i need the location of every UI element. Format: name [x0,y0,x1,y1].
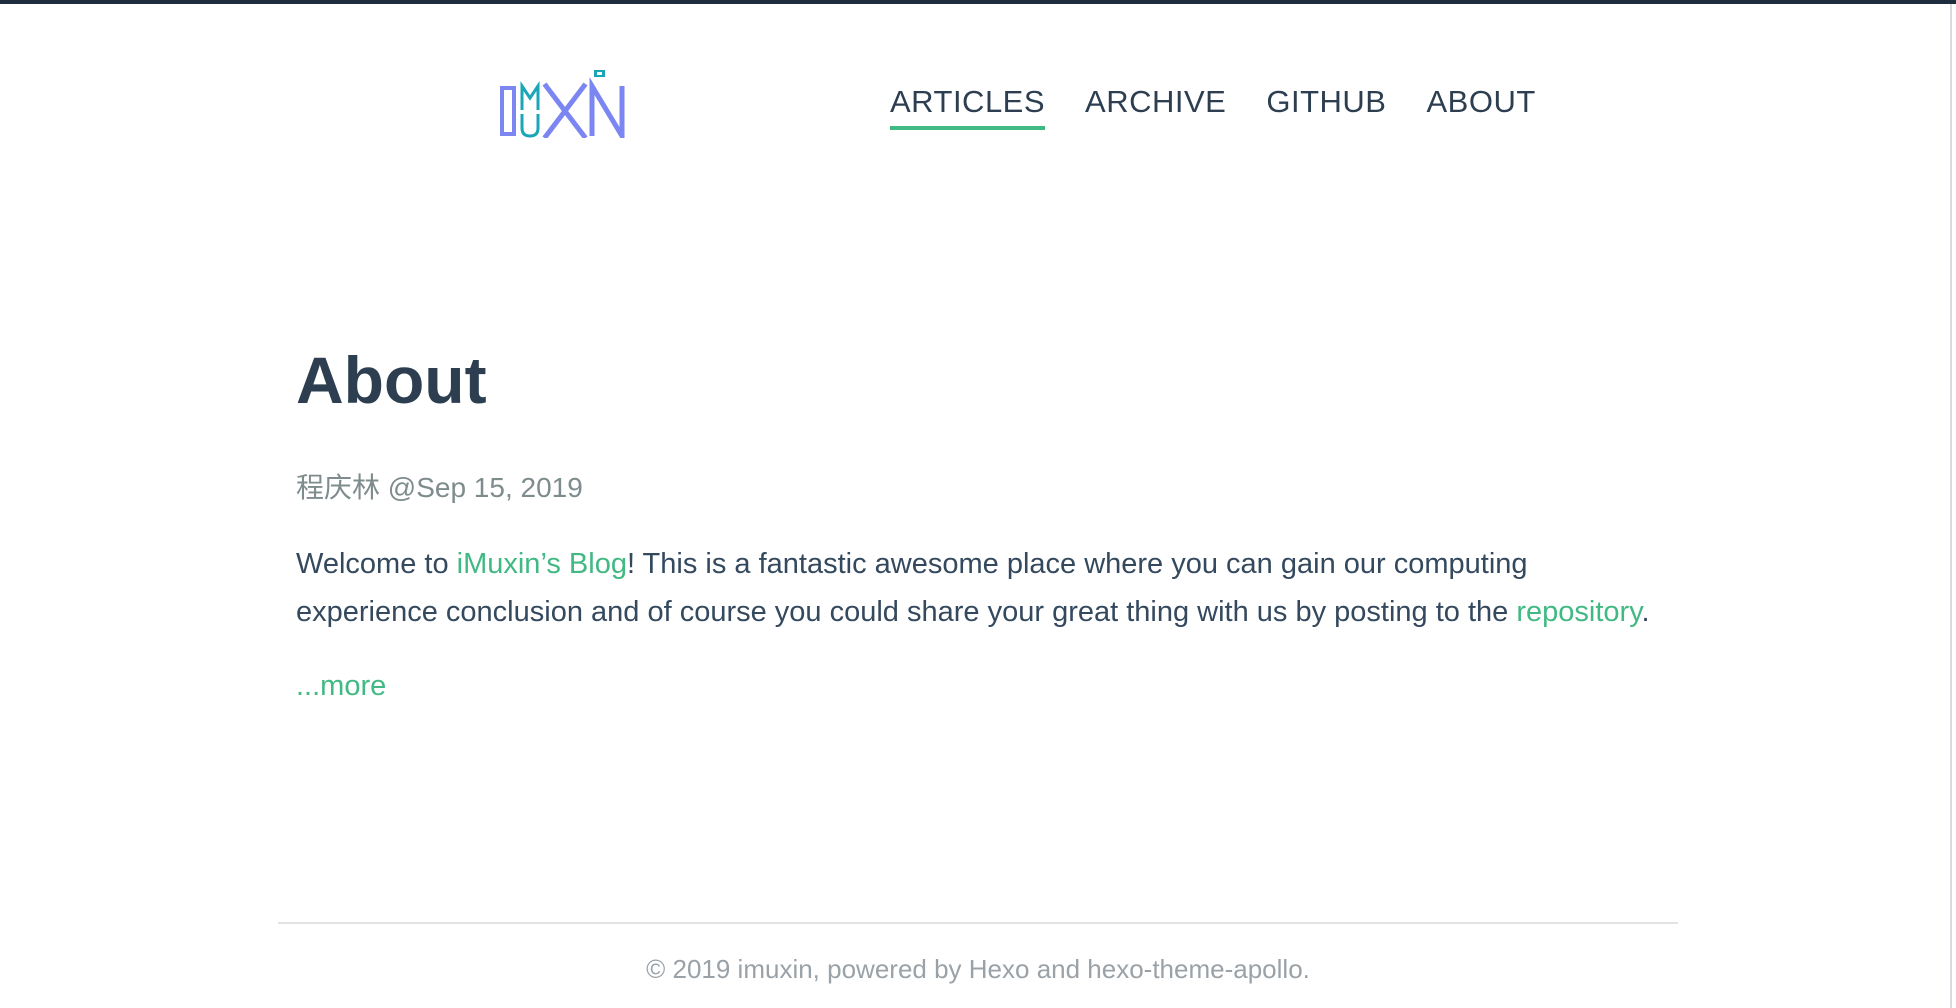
repository-link[interactable]: repository [1516,596,1641,628]
footer-divider [278,922,1678,924]
nav-archive[interactable]: ARCHIVE [1085,84,1226,130]
post-excerpt: Welcome to iMuxin’s Blog! This is a fant… [296,540,1666,636]
post-meta: 程庆林 @Sep 15, 2019 [296,472,583,503]
site-footer: © 2019 imuxin, powered by Hexo and hexo-… [646,954,1310,984]
nav-github[interactable]: GITHUB [1266,84,1386,130]
site-logo[interactable] [498,68,630,138]
site-header: ARTICLES ARCHIVE GITHUB ABOUT [0,0,1956,160]
main-nav: ARTICLES ARCHIVE GITHUB ABOUT [890,84,1536,130]
page-title: About [296,343,487,417]
excerpt-text-1: Welcome to [296,548,457,580]
excerpt-text-3: . [1641,596,1650,628]
blog-link[interactable]: iMuxin’s Blog [457,548,627,580]
more-container: ...more [296,666,1666,706]
main-content: About 程庆林 @Sep 15, 2019 Welcome to iMuxi… [296,340,1666,706]
read-more-link[interactable]: ...more [296,670,386,702]
nav-about[interactable]: ABOUT [1426,84,1535,130]
nav-articles[interactable]: ARTICLES [890,84,1046,130]
